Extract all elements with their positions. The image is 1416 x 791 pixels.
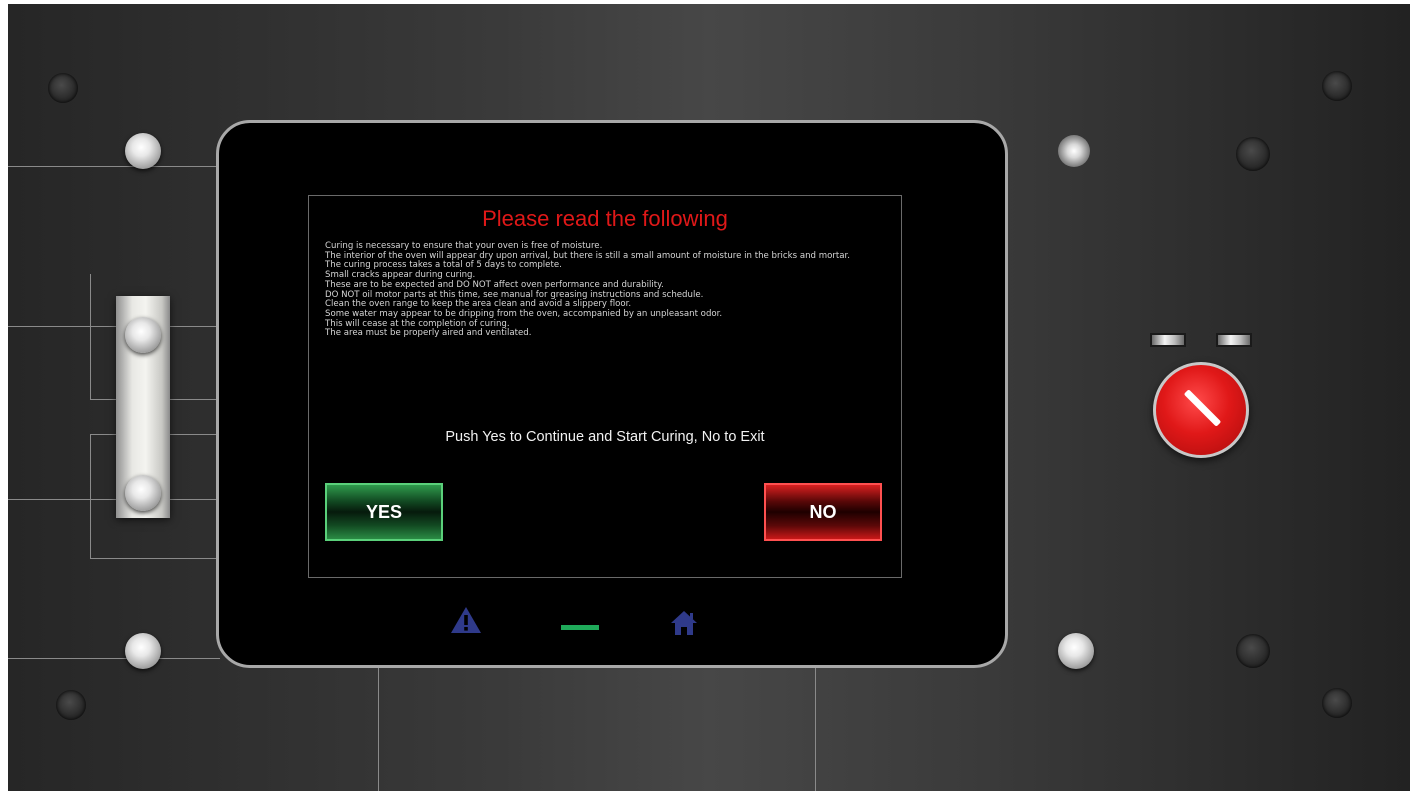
callout-line [90,434,91,558]
callout-line [90,558,220,559]
bolt [1236,634,1270,668]
indicator-light [1150,333,1186,347]
bolt [125,633,161,669]
bolt [125,133,161,169]
bolt [56,690,86,720]
callout-line [8,326,220,327]
curing-dialog: Please read the following Curing is nece… [308,195,902,578]
bolt [1322,688,1352,718]
bolt [1236,137,1270,171]
bolt [1058,633,1094,669]
dialog-title: Please read the following [482,206,728,231]
red-selector-switch[interactable] [1153,362,1249,458]
dialog-line: The area must be properly aired and vent… [325,328,532,339]
bolt [1058,135,1090,167]
callout-line [8,166,220,167]
yes-button[interactable]: YES [325,483,443,541]
bolt [1322,71,1352,101]
callout-line [8,658,220,659]
indicator-light [1216,333,1252,347]
status-indicator [561,625,599,630]
dialog-body: Curing is necessary to ensure that your … [325,241,885,339]
warning-icon[interactable] [450,606,482,634]
dialog-prompt: Push Yes to Continue and Start Curing, N… [445,429,765,445]
home-icon[interactable] [670,610,698,636]
bracket-bolt [125,317,161,353]
bolt [48,73,78,103]
bracket-bolt [125,475,161,511]
no-button[interactable]: NO [764,483,882,541]
selector-pointer [1183,389,1222,427]
callout-line [8,499,220,500]
callout-line [90,274,91,400]
